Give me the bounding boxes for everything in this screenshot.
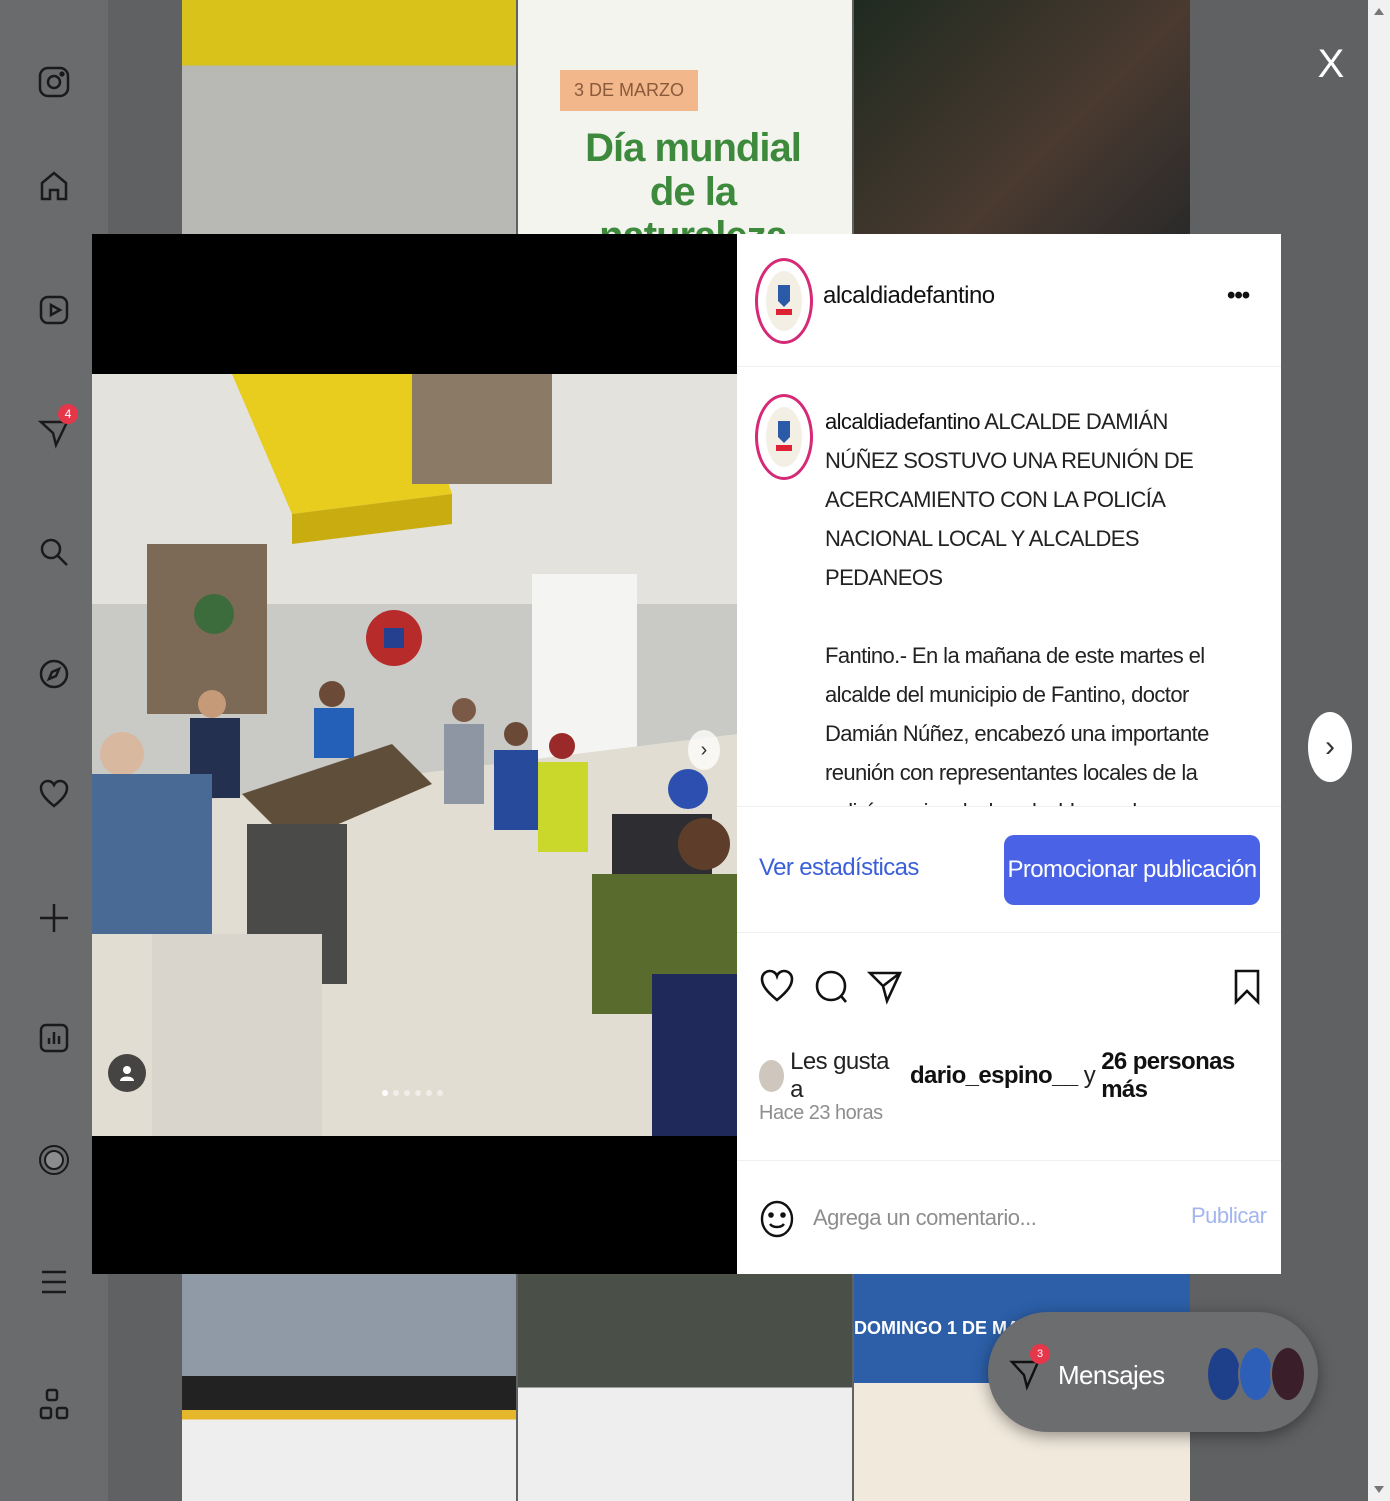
carousel-dot bbox=[404, 1090, 410, 1096]
home-icon[interactable] bbox=[34, 166, 74, 206]
messenger-badge: 4 bbox=[58, 404, 78, 424]
event-photo-tile[interactable] bbox=[854, 0, 1190, 234]
tile-date-text: 3 DE MARZO bbox=[560, 70, 699, 111]
carousel-dot bbox=[415, 1090, 421, 1096]
messages-badge: 3 bbox=[1030, 1344, 1050, 1364]
post-actions bbox=[737, 934, 1281, 1044]
next-post-button[interactable]: › bbox=[1308, 712, 1352, 782]
caption-body: Fantino.- En la mañana de este martes el… bbox=[825, 643, 1209, 806]
chevron-right-icon: › bbox=[1325, 730, 1335, 763]
likes-count[interactable]: 26 personas más bbox=[1101, 1048, 1281, 1104]
caption-area: alcaldiadefantino ALCALDE DAMIÁN NÚÑEZ S… bbox=[737, 366, 1281, 807]
scroll-down-icon[interactable] bbox=[1374, 1486, 1384, 1493]
comment-box: Publicar bbox=[737, 1160, 1281, 1275]
search-icon[interactable] bbox=[34, 532, 74, 572]
profile-icon[interactable] bbox=[34, 1140, 74, 1180]
view-insights-link[interactable]: Ver estadísticas bbox=[759, 854, 919, 882]
promote-post-button[interactable]: Promocionar publicación bbox=[1004, 835, 1260, 905]
likes-middle: y bbox=[1083, 1062, 1096, 1089]
messenger-icon[interactable]: 4 bbox=[34, 404, 78, 452]
insights-row: Ver estadísticas Promocionar publicación bbox=[737, 806, 1281, 933]
avatar bbox=[759, 1060, 785, 1092]
post-modal: › alcaldiadefantino ••• alcaldiadefantin… bbox=[92, 234, 1281, 1274]
messages-label: Mensajes bbox=[1058, 1360, 1165, 1390]
tagged-users-button[interactable] bbox=[108, 1054, 146, 1092]
publish-comment-button[interactable]: Publicar bbox=[1191, 1203, 1267, 1229]
bottom-tile-2[interactable] bbox=[518, 1274, 852, 1501]
likes-user[interactable]: dario_espino__ bbox=[910, 1062, 1078, 1090]
save-icon[interactable] bbox=[1227, 966, 1267, 1006]
caption-username[interactable]: alcaldiadefantino bbox=[825, 409, 981, 434]
messages-widget[interactable]: 3 Mensajes bbox=[988, 1312, 1318, 1432]
avatar bbox=[1206, 1346, 1242, 1402]
comment-icon[interactable] bbox=[811, 966, 851, 1006]
post-username[interactable]: alcaldiadefantino bbox=[823, 282, 995, 310]
office-photo-tile[interactable] bbox=[182, 0, 516, 234]
carousel-dot bbox=[426, 1090, 432, 1096]
avatar[interactable] bbox=[755, 394, 813, 480]
user-icon bbox=[120, 1066, 134, 1081]
avatar bbox=[1238, 1346, 1274, 1402]
likes-prefix: Les gusta a bbox=[790, 1048, 889, 1103]
carousel-dot bbox=[437, 1090, 443, 1096]
more-apps-icon[interactable] bbox=[34, 1384, 74, 1424]
page-scrollbar[interactable] bbox=[1368, 0, 1390, 1501]
explore-icon[interactable] bbox=[34, 654, 74, 694]
avatar[interactable] bbox=[755, 258, 813, 344]
naturaleza-tile[interactable]: 3 DE MARZO Día mundial de la naturaleza bbox=[518, 0, 852, 258]
notifications-icon[interactable] bbox=[34, 774, 74, 814]
post-details-panel: alcaldiadefantino ••• alcaldiadefantino … bbox=[737, 234, 1281, 1274]
share-icon[interactable] bbox=[865, 966, 905, 1006]
carousel-dot bbox=[393, 1090, 399, 1096]
post-caption: alcaldiadefantino ALCALDE DAMIÁN NÚÑEZ S… bbox=[825, 402, 1245, 806]
emoji-icon[interactable] bbox=[759, 1199, 795, 1239]
avatar bbox=[1270, 1346, 1306, 1402]
chevron-right-icon: › bbox=[700, 738, 708, 761]
create-icon[interactable] bbox=[34, 898, 74, 938]
carousel-indicator bbox=[382, 1090, 443, 1096]
carousel-next-button[interactable]: › bbox=[688, 730, 720, 770]
dashboard-icon[interactable] bbox=[34, 1018, 74, 1058]
bottom-tile-1[interactable] bbox=[182, 1274, 516, 1501]
post-media: › bbox=[92, 234, 737, 1274]
like-icon[interactable] bbox=[757, 966, 797, 1006]
caption-title: ALCALDE DAMIÁN NÚÑEZ SOSTUVO UNA REUNIÓN… bbox=[825, 409, 1194, 590]
message-avatars bbox=[1206, 1346, 1306, 1402]
comment-input[interactable] bbox=[811, 1197, 1155, 1239]
close-modal-button[interactable]: X bbox=[1312, 42, 1350, 86]
instagram-logo-icon[interactable] bbox=[34, 62, 74, 102]
post-photo[interactable] bbox=[92, 374, 737, 1136]
scroll-up-icon[interactable] bbox=[1374, 8, 1384, 15]
likes-summary[interactable]: Les gusta a dario_espino__ y 26 personas… bbox=[759, 1048, 1281, 1104]
post-header: alcaldiadefantino ••• bbox=[737, 234, 1281, 367]
post-timestamp: Hace 23 horas bbox=[759, 1102, 883, 1124]
menu-icon[interactable] bbox=[34, 1262, 74, 1302]
reels-icon[interactable] bbox=[34, 290, 74, 330]
carousel-dot bbox=[382, 1090, 388, 1096]
more-options-button[interactable]: ••• bbox=[1227, 282, 1250, 310]
